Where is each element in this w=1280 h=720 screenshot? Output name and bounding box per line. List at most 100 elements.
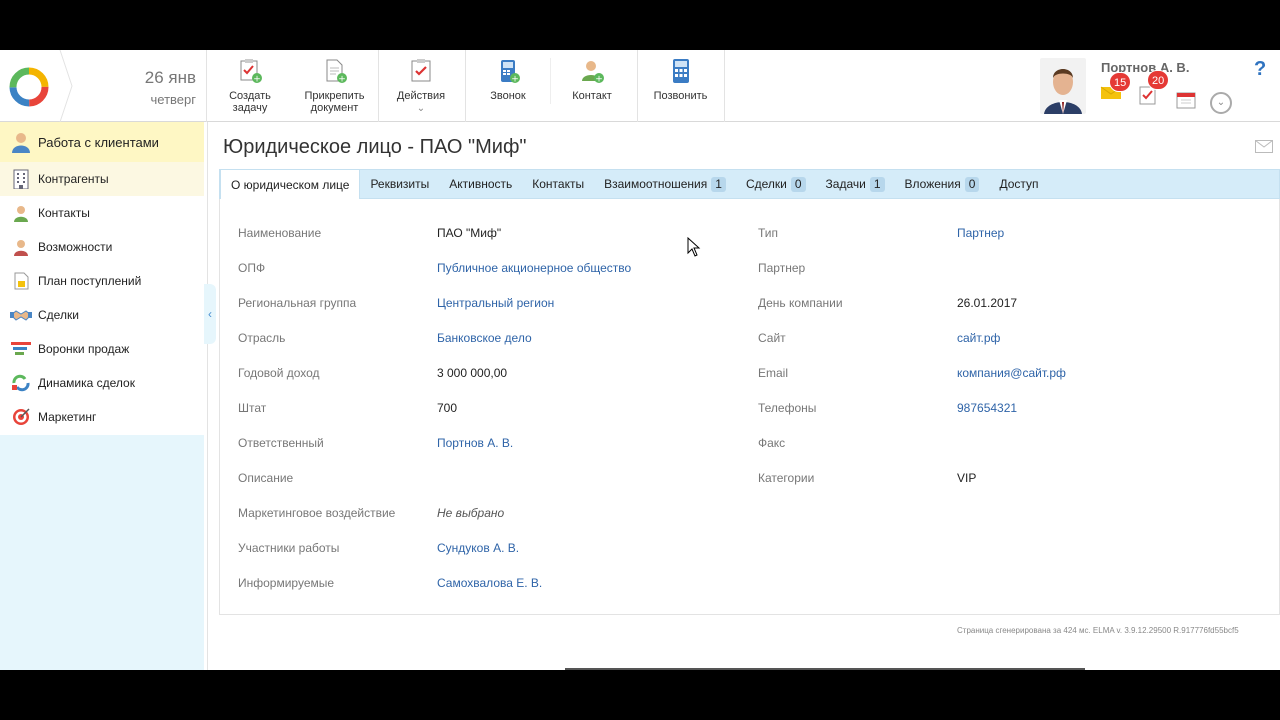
call-button[interactable]: Позвонить bbox=[648, 58, 713, 102]
field-value-phones[interactable]: 987654321 bbox=[957, 401, 1017, 415]
envelope-icon[interactable] bbox=[1255, 140, 1273, 156]
sidebar-item-client-work[interactable]: Работа с клиентами bbox=[0, 122, 204, 162]
target-icon bbox=[10, 406, 32, 428]
actions-label: Действия bbox=[396, 90, 446, 102]
tab-count-badge: 0 bbox=[790, 176, 806, 192]
tab-label: Сделки bbox=[745, 177, 787, 191]
attach-document-label: Прикрепить bbox=[304, 90, 365, 102]
sidebar-item-label: Сделки bbox=[38, 308, 79, 322]
messages-badge: 15 bbox=[1109, 72, 1132, 92]
field-label-email: Email bbox=[758, 366, 789, 380]
sidebar-item-opportunities[interactable]: Возможности bbox=[0, 230, 204, 264]
svg-text:+: + bbox=[253, 75, 261, 85]
sidebar-item-label: Возможности bbox=[38, 240, 113, 254]
call-log-button[interactable]: + Звонок bbox=[478, 58, 538, 102]
attach-document-icon: + bbox=[322, 58, 348, 85]
field-value-annual-income: 3 000 000,00 bbox=[437, 366, 508, 380]
field-label-type: Тип bbox=[758, 226, 779, 240]
tab-activity[interactable]: Активность bbox=[439, 170, 522, 198]
sidebar-item-deals[interactable]: Сделки bbox=[0, 298, 204, 332]
contact-icon: + bbox=[579, 58, 605, 85]
sidebar-item-sales-funnels[interactable]: Воронки продаж bbox=[0, 332, 204, 366]
field-value-region-group[interactable]: Центральный регион bbox=[437, 296, 554, 310]
tab-relations[interactable]: Взаимоотношения 1 bbox=[594, 170, 736, 198]
field-label-annual-income: Годовой доход bbox=[238, 366, 320, 380]
field-value-informed[interactable]: Самохвалова Е. В. bbox=[437, 576, 542, 590]
tab-label: Активность bbox=[449, 177, 513, 191]
plan-icon bbox=[10, 270, 32, 292]
attach-document-button[interactable]: + Прикрепить документ bbox=[297, 58, 372, 114]
calendar-icon bbox=[1176, 92, 1196, 109]
field-value-email[interactable]: компания@сайт.рф bbox=[957, 366, 1066, 380]
calendar-button[interactable] bbox=[1175, 90, 1197, 113]
field-value-legal-form[interactable]: Публичное акционерное общество bbox=[437, 261, 631, 275]
chevron-left-icon: ‹ bbox=[208, 307, 212, 321]
create-task-label-2: задачу bbox=[232, 102, 268, 114]
field-label-staff: Штат bbox=[238, 401, 267, 415]
field-value-type[interactable]: Партнер bbox=[957, 226, 1004, 240]
tab-label: Реквизиты bbox=[370, 177, 430, 191]
field-value-categories: VIP bbox=[957, 471, 977, 485]
sidebar-item-label: План поступлений bbox=[38, 274, 142, 288]
date-widget[interactable]: 26 янв четверг bbox=[72, 50, 207, 122]
toolbar-group-communication: + Звонок + Контакт bbox=[466, 50, 638, 122]
field-label-fax: Факс bbox=[758, 436, 786, 450]
top-toolbar: 26 янв четверг + Создать задачу + Прикре… bbox=[0, 50, 1280, 122]
page-footer: Страница сгенерирована за 424 мс. ELMA v… bbox=[957, 626, 1239, 635]
create-task-icon: + bbox=[237, 58, 263, 85]
toolbar-group-create: + Создать задачу + Прикрепить документ bbox=[207, 50, 379, 122]
tab-about[interactable]: О юридическом лице bbox=[220, 169, 361, 199]
sidebar-item-contacts[interactable]: Контакты bbox=[0, 196, 204, 230]
chevron-down-icon: ⌄ bbox=[416, 103, 426, 114]
field-value-site[interactable]: сайт.рф bbox=[957, 331, 1000, 345]
tab-tasks[interactable]: Задачи 1 bbox=[816, 170, 895, 198]
tab-requisites[interactable]: Реквизиты bbox=[360, 170, 439, 198]
add-contact-button[interactable]: + Контакт bbox=[562, 58, 622, 102]
handshake-icon bbox=[10, 304, 32, 326]
actions-dropdown[interactable]: Действия ⌄ bbox=[391, 58, 451, 115]
messages-notification[interactable]: 15 bbox=[1100, 72, 1132, 103]
details-panel bbox=[219, 199, 1280, 615]
phone-icon: + bbox=[495, 58, 521, 85]
sidebar-item-counterparties[interactable]: Контрагенты bbox=[0, 162, 204, 196]
tab-count-badge: 0 bbox=[964, 176, 980, 192]
sidebar-item-income-plan[interactable]: План поступлений bbox=[0, 264, 204, 298]
field-value-responsible[interactable]: Портнов А. В. bbox=[437, 436, 513, 450]
field-label-name: Наименование bbox=[238, 226, 322, 240]
tab-bar: О юридическом лице Реквизиты Активность … bbox=[219, 169, 1280, 199]
field-value-participants[interactable]: Сундуков А. В. bbox=[437, 541, 519, 555]
tab-label: Доступ bbox=[999, 177, 1039, 191]
tasks-notification[interactable]: 20 bbox=[1138, 70, 1170, 109]
sidebar-item-deal-dynamics[interactable]: Динамика сделок bbox=[0, 366, 204, 400]
svg-text:+: + bbox=[595, 75, 603, 85]
tab-label: Вложения bbox=[904, 177, 961, 191]
field-value-industry[interactable]: Банковское дело bbox=[437, 331, 532, 345]
tab-attachments[interactable]: Вложения 0 bbox=[895, 170, 990, 198]
sidebar-item-label: Маркетинг bbox=[38, 410, 97, 424]
tab-contacts[interactable]: Контакты bbox=[522, 170, 594, 198]
sidebar-item-label: Воронки продаж bbox=[38, 342, 130, 356]
field-value-company-day: 26.01.2017 bbox=[957, 296, 1018, 310]
toolbar-group-actions: Действия ⌄ bbox=[379, 50, 466, 122]
field-label-participants: Участники работы bbox=[238, 541, 340, 555]
sidebar-item-label: Контакты bbox=[38, 206, 90, 220]
help-icon[interactable]: ? bbox=[1254, 58, 1266, 81]
field-label-categories: Категории bbox=[758, 471, 815, 485]
sidebar-divider bbox=[207, 122, 208, 670]
sidebar-item-marketing[interactable]: Маркетинг bbox=[0, 400, 204, 434]
tab-deals[interactable]: Сделки 0 bbox=[736, 170, 816, 198]
toolbar-group-call: Позвонить bbox=[638, 50, 725, 122]
opportunity-icon bbox=[10, 236, 32, 258]
field-label-legal-form: ОПФ bbox=[238, 261, 266, 275]
user-menu-chevron-icon[interactable]: ⌄ bbox=[1210, 92, 1232, 114]
tab-access[interactable]: Доступ bbox=[989, 170, 1048, 198]
field-label-company-day: День компании bbox=[758, 296, 843, 310]
building-icon bbox=[10, 168, 32, 190]
sidebar-menu: Работа с клиентами Контрагенты Контакты … bbox=[0, 122, 204, 435]
field-label-responsible: Ответственный bbox=[238, 436, 324, 450]
create-task-button[interactable]: + Создать задачу bbox=[220, 58, 280, 114]
tab-label: Задачи bbox=[825, 177, 866, 191]
field-value-marketing: Не выбрано bbox=[437, 506, 505, 520]
user-avatar[interactable] bbox=[1040, 58, 1086, 114]
sidebar-collapse-toggle[interactable]: ‹ bbox=[204, 284, 216, 344]
